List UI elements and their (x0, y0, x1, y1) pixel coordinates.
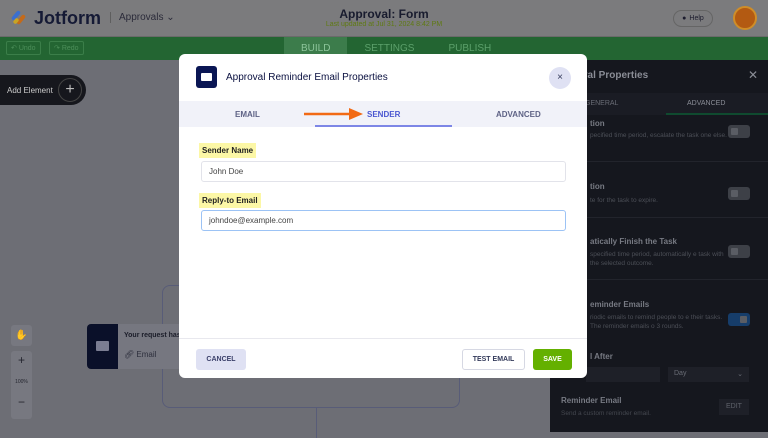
setting-title: atically Finish the Task (590, 237, 677, 246)
toggle[interactable] (728, 125, 750, 138)
setting-desc: specified time period, automatically e t… (590, 251, 724, 267)
link-icon: 🔗︎ (124, 350, 135, 359)
email-properties-modal: Approval Reminder Email Properties × EMA… (179, 54, 587, 378)
active-tab-underline (315, 125, 452, 127)
modal-title: Approval Reminder Email Properties (226, 72, 388, 83)
reply-to-label: Reply-to Email (199, 193, 261, 208)
avatar[interactable] (733, 6, 757, 30)
envelope-icon (196, 66, 217, 88)
node-title: Your request has (124, 332, 181, 339)
reminder-email-desc: Send a custom reminder email. (561, 410, 651, 417)
tab-email[interactable]: EMAIL (235, 110, 260, 119)
setting-desc: riodic emails to remind people to e thei… (590, 314, 723, 330)
toggle[interactable] (728, 245, 750, 258)
modal-header: Approval Reminder Email Properties × (179, 54, 587, 101)
email-node[interactable]: Your request has 🔗︎ Email (87, 324, 187, 369)
tab-advanced[interactable]: ADVANCED (687, 100, 725, 107)
toggle[interactable] (728, 187, 750, 200)
redo-button[interactable]: ↷ Redo (49, 41, 84, 55)
setting-title: eminder Emails (590, 300, 650, 309)
modal-footer: CANCEL TEST EMAIL SAVE (179, 338, 587, 378)
edit-button[interactable]: EDIT (719, 399, 749, 415)
test-email-button[interactable]: TEST EMAIL (462, 349, 525, 370)
help-icon: ● (682, 15, 687, 22)
setting-title: tion (590, 119, 605, 128)
last-updated: Last updated at Jul 31, 2024 8:42 PM (325, 21, 443, 28)
tab-advanced[interactable]: ADVANCED (496, 110, 541, 119)
reminder-email-title: Reminder Email (561, 396, 622, 405)
unit-select[interactable]: Day ⌄ (668, 367, 749, 382)
zoom-in-button[interactable]: + (11, 353, 32, 367)
send-after-label: l After (590, 352, 613, 361)
arrow-annotation-icon (304, 108, 363, 120)
zoom-out-button[interactable]: − (11, 395, 32, 409)
cancel-button[interactable]: CANCEL (196, 349, 246, 370)
zoom-level: 100% (15, 379, 28, 385)
page-title: Approval: Form (339, 7, 429, 21)
chevron-down-icon: ⌄ (737, 371, 743, 378)
node-type: Email (136, 350, 157, 359)
toggle-on[interactable] (728, 313, 750, 326)
tab-general[interactable]: GENERAL (585, 100, 618, 107)
reply-to-email-input[interactable]: johndoe@example.com (201, 210, 566, 231)
setting-desc: te for the task to expire. (590, 197, 658, 204)
hand-icon: ✋ (15, 330, 28, 341)
redo-label: Redo (61, 45, 79, 52)
envelope-icon (87, 324, 118, 369)
setting-title: tion (590, 182, 605, 191)
add-element-button[interactable]: Add Element + (0, 75, 86, 105)
undo-button[interactable]: ↶ Undo (6, 41, 41, 55)
sender-name-input[interactable]: John Doe (201, 161, 566, 182)
save-button[interactable]: SAVE (533, 349, 572, 370)
sender-name-label: Sender Name (199, 143, 257, 158)
panel-title: val Properties (582, 70, 649, 81)
close-button[interactable]: × (549, 67, 571, 89)
add-element-label: Add Element (7, 85, 53, 95)
tab-sender[interactable]: SENDER (367, 110, 400, 119)
close-icon[interactable]: ✕ (748, 68, 758, 82)
top-header: Jotform Approvals ⌄ Approval: Form Last … (0, 0, 768, 37)
zoom-controls: + 100% − (11, 351, 32, 419)
unit-value: Day (674, 370, 687, 377)
send-after-input[interactable] (586, 367, 660, 382)
modal-tabs: EMAIL SENDER ADVANCED (179, 101, 587, 127)
close-icon: × (557, 72, 563, 83)
plus-icon: + (58, 78, 82, 102)
flow-connector (316, 408, 317, 438)
pan-hand-button[interactable]: ✋ (11, 325, 32, 346)
undo-label: Undo (18, 45, 36, 52)
help-button[interactable]: ● Help (673, 10, 713, 27)
help-label: Help (689, 15, 704, 22)
setting-desc: pecified time period, escalate the task … (590, 132, 727, 139)
